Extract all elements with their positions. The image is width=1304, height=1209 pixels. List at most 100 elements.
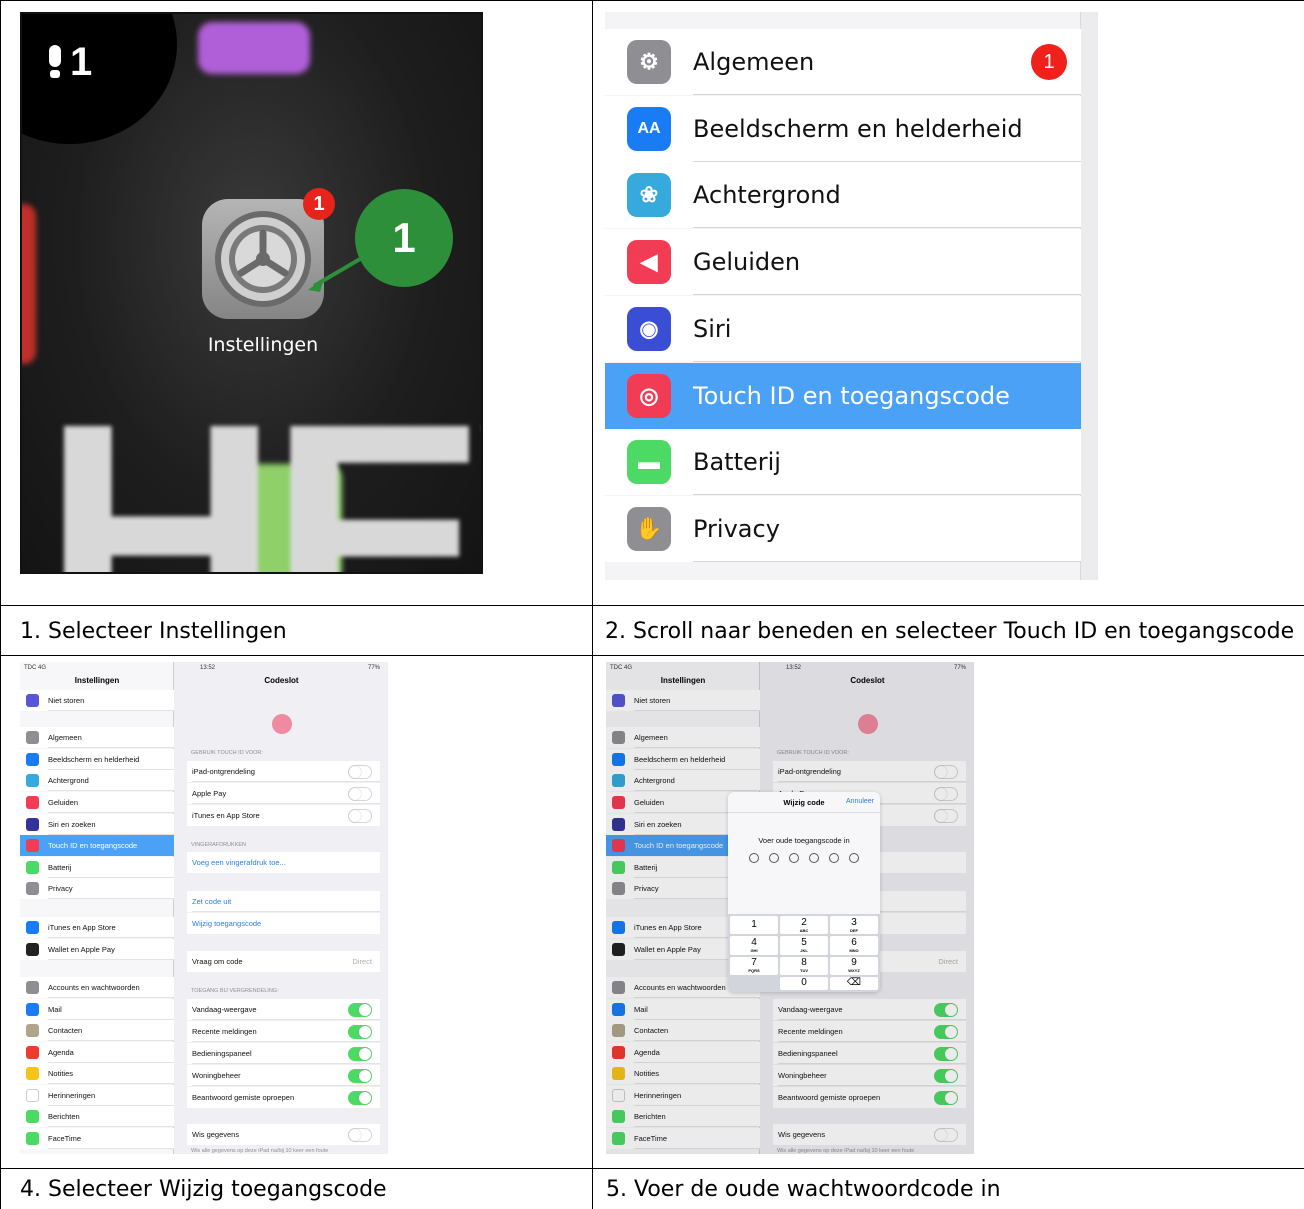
keypad-key[interactable]: 6 MNO [830,936,878,955]
step-caption: 5. Voer de oude wachtwoordcode in [606,1177,1001,1202]
backspace-key[interactable]: ⌫ [830,976,878,990]
add-fingerprint-link[interactable]: Voeg een vingerafdruk toe... [187,852,380,873]
keypad-key[interactable]: 2 ABC [780,916,828,935]
settings-row-7[interactable]: ▬ Batterij [605,429,1081,496]
keypad-key[interactable]: 1 [730,916,778,935]
sidebar-item[interactable]: Notities [20,1063,174,1084]
toggle-switch[interactable] [348,1025,372,1039]
sidebar-item[interactable]: Herinneringen [20,1085,174,1106]
detail-title: Codeslot [264,676,299,685]
sidebar-item-icon [26,1089,39,1102]
sidebar-item-icon [26,818,39,831]
background-letters: HEY [42,354,481,574]
passcode-dots [728,853,880,863]
erase-data-row[interactable]: Wis gegevens [187,1124,380,1145]
sidebar-item[interactable]: Privacy [20,878,174,899]
table-border-left [0,0,1,1209]
sidebar-item-label: Mail [48,1005,62,1014]
touch-id-row[interactable]: iTunes en App Store [187,805,380,826]
toggle-switch[interactable] [348,1003,372,1017]
toggle-switch[interactable] [348,787,372,801]
sidebar-title: Instellingen [74,676,120,685]
sidebar-item[interactable]: Beeldscherm en helderheid [20,749,174,770]
row-separator [192,1063,380,1064]
settings-row-2[interactable]: AA Beeldscherm en helderheid [605,95,1081,162]
sidebar-item-label: Privacy [48,884,73,893]
row-separator [192,1085,380,1086]
sidebar-item[interactable]: Agenda [20,1042,174,1063]
keypad-key[interactable]: 8 TUV [780,956,828,975]
key-letters: WXYZ [848,968,860,974]
sidebar-item[interactable]: Berichten [20,1106,174,1127]
toggle-switch[interactable] [348,1069,372,1083]
lock-access-row[interactable]: Woningbeheer [187,1065,380,1086]
sidebar-item[interactable]: Accounts en wachtwoorden [20,977,174,998]
keypad-blank [730,977,778,990]
step-caption: 1. Selecteer Instellingen [20,619,287,644]
sidebar-item-label: Niet storen [48,696,85,705]
key-digit: 5 [801,936,807,948]
passcode-detail: Codeslot GEBRUIK TOUCH ID VOOR: iPad-ontgr… [175,662,388,1154]
row-separator [48,937,174,938]
toggle-switch[interactable] [348,809,372,823]
sidebar-item[interactable]: Mail [20,999,174,1020]
touch-id-row[interactable]: iPad-ontgrendeling [187,761,380,782]
toggle-switch[interactable] [348,1128,372,1142]
settings-row-3[interactable]: ❀ Achtergrond [605,162,1081,229]
settings-row-label: Algemeen [693,48,815,76]
lock-access-row[interactable]: Beantwoord gemiste oproepen [187,1087,380,1108]
passcode-dot [829,853,839,863]
keypad-key[interactable]: 5 JKL [780,936,828,955]
sidebar-item[interactable]: Contacten [20,1020,174,1041]
blurred-app-icon [22,204,36,364]
row-label: iTunes en App Store [192,811,260,820]
toggle-switch[interactable] [348,765,372,779]
sidebar-item[interactable]: Geluiden [20,792,174,813]
cancel-button[interactable]: Annuleer [846,798,874,805]
row-label: Wis gegevens [192,1130,240,1139]
sidebar-item[interactable]: Algemeen [20,727,174,748]
touch-id-row[interactable]: Apple Pay [187,783,380,804]
change-passcode-link[interactable]: Wijzig toegangscode [187,913,380,934]
sidebar-item[interactable]: Siri en zoeken [20,814,174,835]
turn-off-code-link[interactable]: Zet code uit [187,891,380,912]
sidebar-item[interactable]: Wallet en Apple Pay [20,939,174,960]
siri-icon: ◉ [627,306,671,351]
lock-access-row[interactable]: Vandaag-weergave [187,999,380,1020]
sidebar-item-icon [26,943,39,956]
settings-row-5[interactable]: ◉ Siri [605,295,1081,362]
toggle-switch[interactable] [348,1047,372,1061]
toggle-switch[interactable] [348,1091,372,1105]
sidebar-item-label: Siri en zoeken [48,820,96,829]
settings-row-6[interactable]: ◎ Touch ID en toegangscode [605,362,1081,429]
blurred-app-icon [198,22,310,74]
require-code-row[interactable]: Vraag om code Direct [187,951,380,972]
row-separator [48,959,174,960]
row-label: Beantwoord gemiste oproepen [192,1093,295,1102]
table-divider [0,1168,1304,1169]
key-digit: 9 [851,957,857,969]
sidebar-item[interactable]: Batterij [20,857,174,878]
erase-note: Wis alle gegevens op deze iPad na/bij 10… [191,1148,329,1154]
row-separator [192,803,380,804]
sidebar-item[interactable]: Touch ID en toegangscode [20,835,174,856]
row-separator [48,1148,174,1149]
sidebar-item[interactable]: Achtergrond [20,770,174,791]
row-label: Bedieningspaneel [192,1049,252,1058]
sidebar-item[interactable]: FaceTime [20,1128,174,1149]
lock-access-row[interactable]: Bedieningspaneel [187,1043,380,1064]
sidebar-item[interactable]: Niet storen [20,690,174,711]
lock-access-row[interactable]: Recente meldingen [187,1021,380,1042]
keypad-key[interactable]: 4 GHI [730,936,778,955]
keypad-key[interactable]: 7 PQRS [730,956,778,975]
keypad-key[interactable]: 0 [780,976,828,990]
keypad-key[interactable]: 9 WXYZ [830,956,878,975]
settings-row-8[interactable]: ✋ Privacy [605,495,1081,562]
sidebar-item-icon [26,921,39,934]
keypad-key[interactable]: 3 DEF [830,916,878,935]
settings-row-1[interactable]: ⚙ Algemeen 1 [605,29,1081,95]
step-caption: 2. Scroll naar beneden en selecteer Touc… [605,619,1295,644]
settings-row-4[interactable]: ◀ Geluiden [605,229,1081,296]
sidebar-item[interactable]: iTunes en App Store [20,917,174,938]
key-digit: 2 [801,916,807,928]
